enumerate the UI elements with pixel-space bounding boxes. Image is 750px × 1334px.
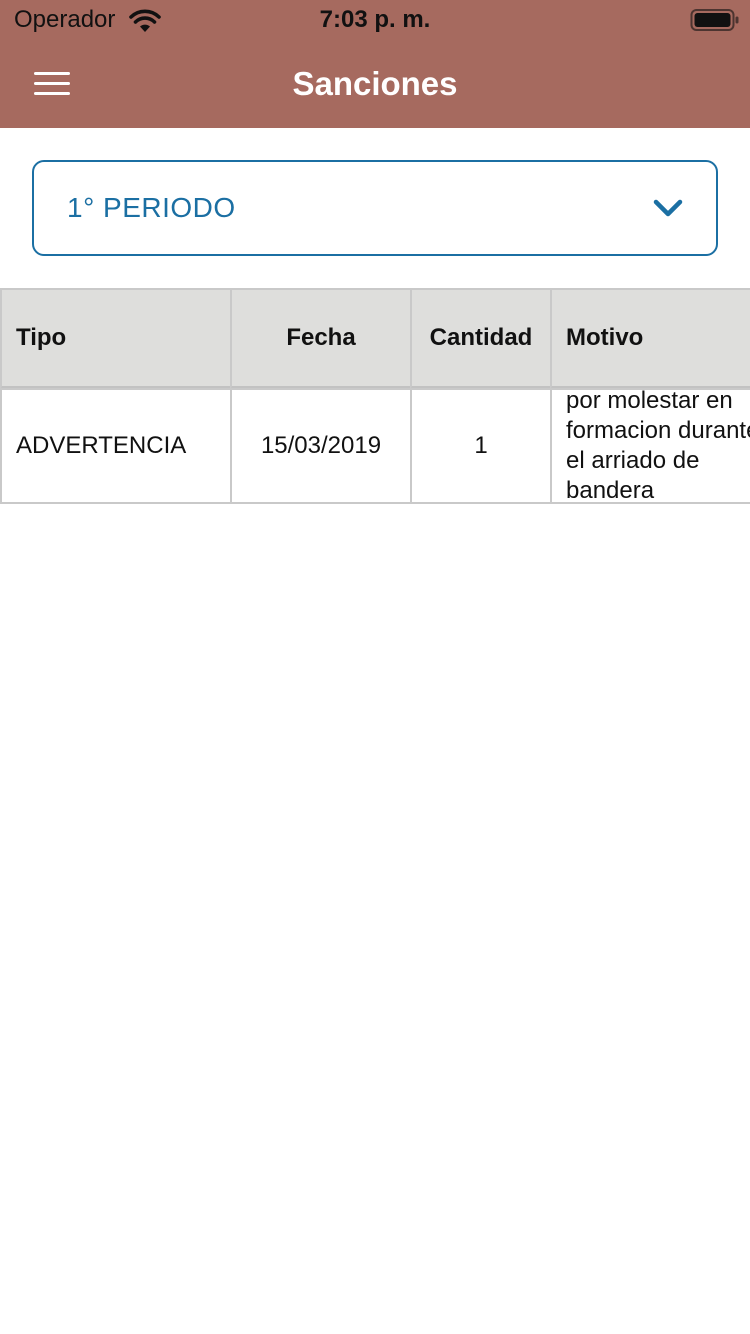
period-select[interactable]: 1° PERIODO xyxy=(32,160,718,256)
page-title: Sanciones xyxy=(292,65,458,102)
clock: 7:03 p. m. xyxy=(319,6,431,33)
column-header-cantidad: Cantidad xyxy=(410,288,552,390)
battery-icon xyxy=(690,9,739,31)
app-header: Operador 7:03 p. m. Sanciones xyxy=(0,0,750,128)
status-bar: Operador 7:03 p. m. xyxy=(0,0,750,40)
table-cell-tipo: ADVERTENCIA xyxy=(0,388,232,504)
table-cell-fecha: 15/03/2019 xyxy=(230,388,412,504)
table-cell-cantidad: 1 xyxy=(410,388,552,504)
navigation-bar: Sanciones xyxy=(0,40,750,128)
column-header-motivo: Motivo xyxy=(550,288,750,390)
app-screen: Operador 7:03 p. m. Sanciones 1° PERIODO… xyxy=(0,0,750,1334)
chevron-down-icon xyxy=(653,199,683,217)
table-cell-motivo: por molestar en formacion durante el arr… xyxy=(550,388,750,504)
period-select-value: 1° PERIODO xyxy=(67,192,236,223)
sanctions-table: Tipo Fecha Cantidad Motivo ADVERTENCIA 1… xyxy=(0,288,750,504)
column-header-tipo: Tipo xyxy=(0,288,232,390)
column-header-fecha: Fecha xyxy=(230,288,412,390)
